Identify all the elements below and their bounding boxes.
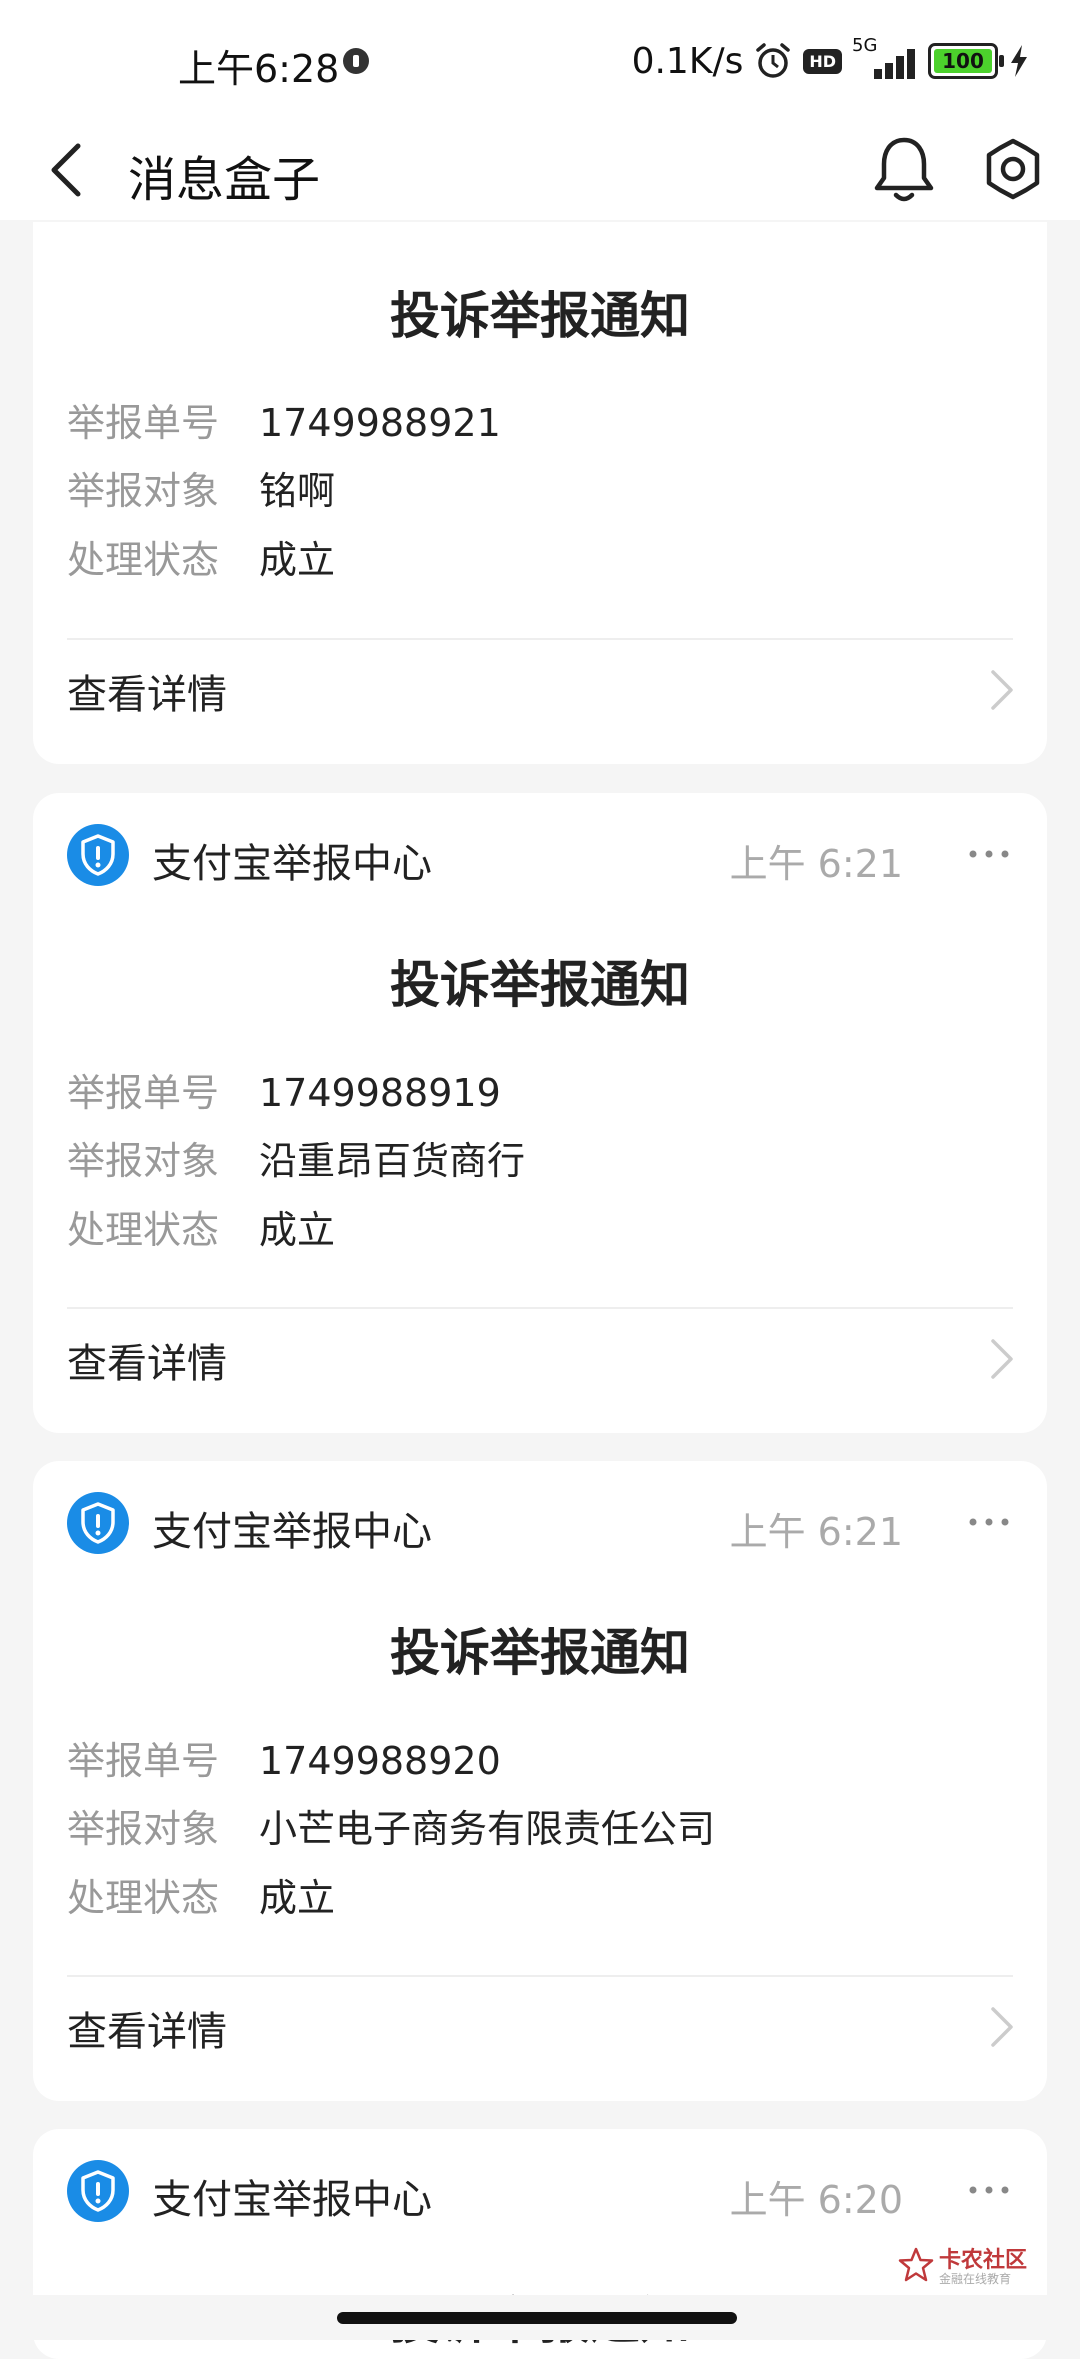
report-no-value: 1749988921 bbox=[259, 401, 501, 445]
status-label: 处理状态 bbox=[67, 1876, 220, 1920]
battery-level: 100 bbox=[934, 49, 992, 73]
status-label: 处理状态 bbox=[67, 1208, 220, 1252]
shield-icon bbox=[67, 2160, 129, 2222]
report-no-row: 举报单号 1749988919 bbox=[67, 1062, 501, 1115]
report-target-value: 沿重昂百货商行 bbox=[259, 1139, 526, 1183]
card-header: 支付宝举报中心 上午 6:20 bbox=[67, 2159, 1013, 2223]
network-speed: 0.1K/s bbox=[631, 40, 744, 82]
card-title: 投诉举报通知 bbox=[390, 287, 690, 345]
shield-icon bbox=[67, 1492, 129, 1554]
watermark-star-icon bbox=[898, 2247, 934, 2282]
watermark-logo: 卡农社区 金融在线教育 bbox=[897, 2240, 1057, 2290]
chevron-right-icon bbox=[991, 2007, 1013, 2047]
report-target-label: 举报对象 bbox=[67, 1807, 220, 1851]
report-no-row: 举报单号 1749988921 bbox=[67, 392, 501, 445]
report-target-value: 铭啊 bbox=[259, 469, 336, 513]
view-details-button[interactable]: 查看详情 bbox=[33, 640, 1047, 740]
message-time: 上午 6:21 bbox=[729, 842, 903, 886]
report-target-row: 举报对象 沿重昂百货商行 bbox=[67, 1130, 526, 1183]
report-target-row: 举报对象 小芒电子商务有限责任公司 bbox=[67, 1798, 716, 1851]
view-details-button[interactable]: 查看详情 bbox=[33, 1309, 1047, 1409]
page-title: 消息盒子 bbox=[128, 152, 321, 208]
message-card: 投诉举报通知 举报单号 1749988921 举报对象 铭啊 处理状态 成立 查看详情 bbox=[33, 222, 1047, 764]
more-options-icon[interactable] bbox=[965, 1509, 1013, 1535]
report-target-label: 举报对象 bbox=[67, 1139, 220, 1183]
shield-icon bbox=[67, 824, 129, 886]
report-no-label: 举报单号 bbox=[67, 1071, 220, 1115]
more-options-icon[interactable] bbox=[965, 841, 1013, 867]
sender-name: 支付宝举报中心 bbox=[152, 2177, 432, 2223]
status-value: 成立 bbox=[259, 1876, 336, 1920]
nav-bar: 消息盒子 bbox=[0, 118, 1080, 220]
view-details-button[interactable]: 查看详情 bbox=[33, 1977, 1047, 2077]
chevron-right-icon bbox=[991, 670, 1013, 710]
chevron-right-icon bbox=[991, 1339, 1013, 1379]
report-target-label: 举报对象 bbox=[67, 469, 220, 513]
status-time: 上午6:28 bbox=[178, 47, 340, 91]
report-no-value: 1749988920 bbox=[259, 1739, 501, 1783]
home-indicator[interactable] bbox=[337, 2312, 737, 2324]
hd-badge: HD bbox=[803, 48, 842, 74]
status-label: 处理状态 bbox=[67, 538, 220, 582]
more-options-icon[interactable] bbox=[965, 2177, 1013, 2203]
view-details-label: 查看详情 bbox=[67, 1341, 227, 1387]
report-target-row: 举报对象 铭啊 bbox=[67, 460, 336, 513]
card-header: 支付宝举报中心 上午 6:21 bbox=[67, 823, 1013, 887]
report-target-value: 小芒电子商务有限责任公司 bbox=[259, 1807, 716, 1851]
status-row: 处理状态 成立 bbox=[67, 529, 336, 582]
message-card: 支付宝举报中心 上午 6:21 投诉举报通知 举报单号 1749988920 举报… bbox=[33, 1461, 1047, 2101]
settings-gear-icon[interactable] bbox=[980, 136, 1046, 202]
status-indicators: 0.1K/s HD 5G 100 bbox=[631, 35, 1030, 86]
back-arrow-icon[interactable] bbox=[38, 138, 98, 202]
message-time: 上午 6:21 bbox=[729, 1510, 903, 1554]
alarm-icon bbox=[756, 43, 791, 78]
view-details-label: 查看详情 bbox=[67, 672, 227, 718]
bell-icon[interactable] bbox=[868, 132, 940, 206]
watermark-tagline: 金融在线教育 bbox=[939, 2272, 1012, 2286]
status-value: 成立 bbox=[259, 538, 336, 582]
report-no-value: 1749988919 bbox=[259, 1071, 501, 1115]
status-bar: 上午6:28 0.1K/s HD 5G 100 bbox=[0, 0, 1080, 118]
report-no-label: 举报单号 bbox=[67, 1739, 220, 1783]
message-time: 上午 6:20 bbox=[729, 2178, 903, 2222]
card-title: 投诉举报通知 bbox=[390, 956, 690, 1014]
charging-icon bbox=[1011, 45, 1027, 77]
status-row: 处理状态 成立 bbox=[67, 1867, 336, 1920]
battery-icon: 100 bbox=[928, 43, 1004, 79]
card-header: 支付宝举报中心 上午 6:21 bbox=[67, 1491, 1013, 1555]
network-type: 5G bbox=[852, 35, 878, 56]
report-no-row: 举报单号 1749988920 bbox=[67, 1730, 501, 1783]
card-title: 投诉举报通知 bbox=[390, 1624, 690, 1682]
status-row: 处理状态 成立 bbox=[67, 1199, 336, 1252]
view-details-label: 查看详情 bbox=[67, 2009, 227, 2055]
message-card: 支付宝举报中心 上午 6:21 投诉举报通知 举报单号 1749988919 举报… bbox=[33, 793, 1047, 1433]
notification-dot-icon bbox=[343, 48, 369, 74]
report-no-label: 举报单号 bbox=[67, 401, 220, 445]
status-value: 成立 bbox=[259, 1208, 336, 1252]
sender-name: 支付宝举报中心 bbox=[152, 841, 432, 887]
sender-name: 支付宝举报中心 bbox=[152, 1509, 432, 1555]
signal-icon: 5G bbox=[852, 35, 918, 81]
